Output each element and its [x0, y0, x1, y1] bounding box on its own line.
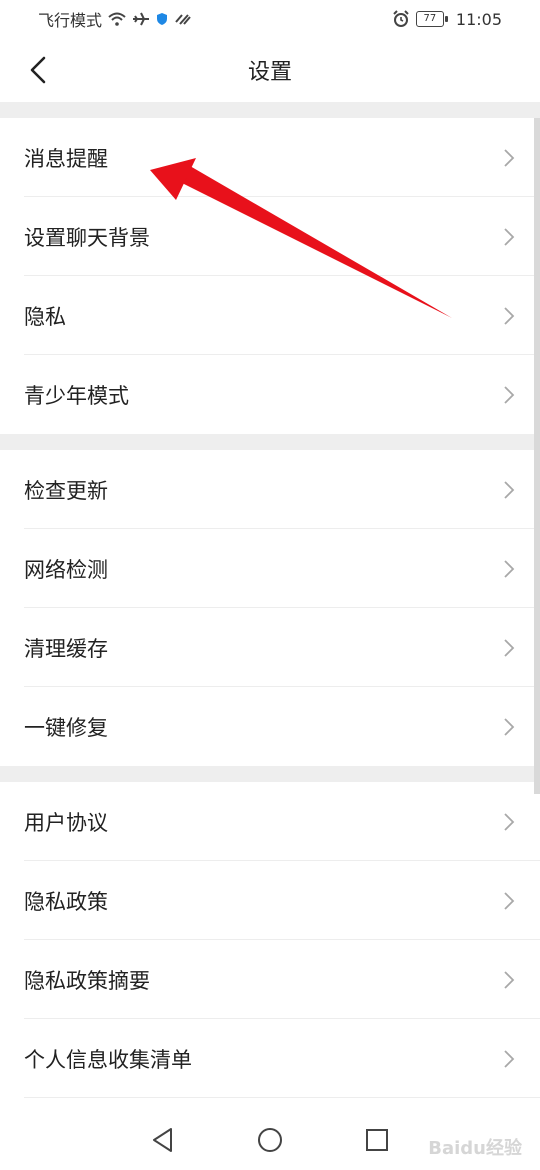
settings-item-label: 隐私政策 [24, 889, 108, 914]
section-gap [0, 434, 540, 450]
chevron-right-icon [504, 306, 515, 325]
home-circle-icon [257, 1128, 282, 1152]
status-right: 77 11:05 [392, 10, 502, 29]
airplane-icon [133, 12, 150, 26]
settings-item-label: 青少年模式 [24, 383, 129, 408]
chevron-right-icon [504, 717, 515, 736]
nav-recents-button[interactable] [357, 1120, 397, 1160]
settings-item-label: 设置聊天背景 [24, 225, 150, 250]
settings-item-message-alerts[interactable]: 消息提醒 [0, 118, 540, 197]
back-triangle-icon [153, 1128, 173, 1152]
settings-item-one-click-repair[interactable]: 一键修复 [0, 687, 540, 766]
settings-item-label: 个人信息收集清单 [24, 1047, 192, 1072]
chevron-right-icon [504, 970, 515, 989]
settings-item-network-check[interactable]: 网络检测 [0, 529, 540, 608]
status-left: 飞行模式 [38, 7, 192, 31]
nav-header: 设置 [0, 38, 540, 102]
settings-item-label: 网络检测 [24, 557, 108, 582]
chevron-right-icon [504, 638, 515, 657]
status-bar: 飞行模式 77 11:05 [0, 0, 540, 38]
settings-item-label: 消息提醒 [24, 146, 108, 171]
settings-item-label: 检查更新 [24, 478, 108, 503]
settings-item-label: 一键修复 [24, 715, 108, 740]
settings-item-clear-cache[interactable]: 清理缓存 [0, 608, 540, 687]
back-button[interactable] [18, 50, 58, 90]
shield-icon [157, 13, 168, 25]
chevron-right-icon [504, 480, 515, 499]
chevron-left-icon [30, 56, 46, 84]
settings-item-label: 隐私政策摘要 [24, 968, 150, 993]
airplane-mode-text: 飞行模式 [38, 11, 103, 30]
link-icon [175, 14, 191, 25]
settings-item-privacy[interactable]: 隐私 [0, 276, 540, 355]
chevron-right-icon [504, 148, 515, 167]
settings-item-personal-info-list[interactable]: 个人信息收集清单 [0, 1019, 540, 1098]
settings-item-label: 用户协议 [24, 810, 108, 835]
settings-item-user-agreement[interactable]: 用户协议 [0, 782, 540, 861]
settings-list: 消息提醒 设置聊天背景 隐私 青少年模式 检查更新 网络检测 清理缓存 一键修复… [0, 102, 540, 1098]
section-gap [0, 766, 540, 782]
settings-item-label: 隐私 [24, 304, 66, 329]
watermark: Baidu经验 [428, 1138, 522, 1159]
wifi-icon [108, 12, 126, 26]
chevron-right-icon [504, 559, 515, 578]
recents-square-icon [365, 1129, 388, 1151]
settings-item-privacy-policy[interactable]: 隐私政策 [0, 861, 540, 940]
scrollbar[interactable] [534, 118, 540, 794]
nav-back-button[interactable] [143, 1120, 183, 1160]
alarm-icon [393, 10, 409, 27]
chevron-right-icon [504, 1049, 515, 1068]
settings-item-privacy-summary[interactable]: 隐私政策摘要 [0, 940, 540, 1019]
chevron-right-icon [504, 385, 515, 404]
chevron-right-icon [504, 227, 515, 246]
settings-item-label: 清理缓存 [24, 636, 108, 661]
chevron-right-icon [504, 891, 515, 910]
section-gap [0, 102, 540, 118]
settings-item-check-update[interactable]: 检查更新 [0, 450, 540, 529]
page-title: 设置 [247, 60, 292, 85]
settings-item-chat-background[interactable]: 设置聊天背景 [0, 197, 540, 276]
battery-icon: 77 [415, 11, 448, 27]
status-time: 11:05 [455, 9, 502, 29]
chevron-right-icon [504, 812, 515, 831]
settings-item-teen-mode[interactable]: 青少年模式 [0, 355, 540, 434]
nav-home-button[interactable] [250, 1120, 290, 1160]
